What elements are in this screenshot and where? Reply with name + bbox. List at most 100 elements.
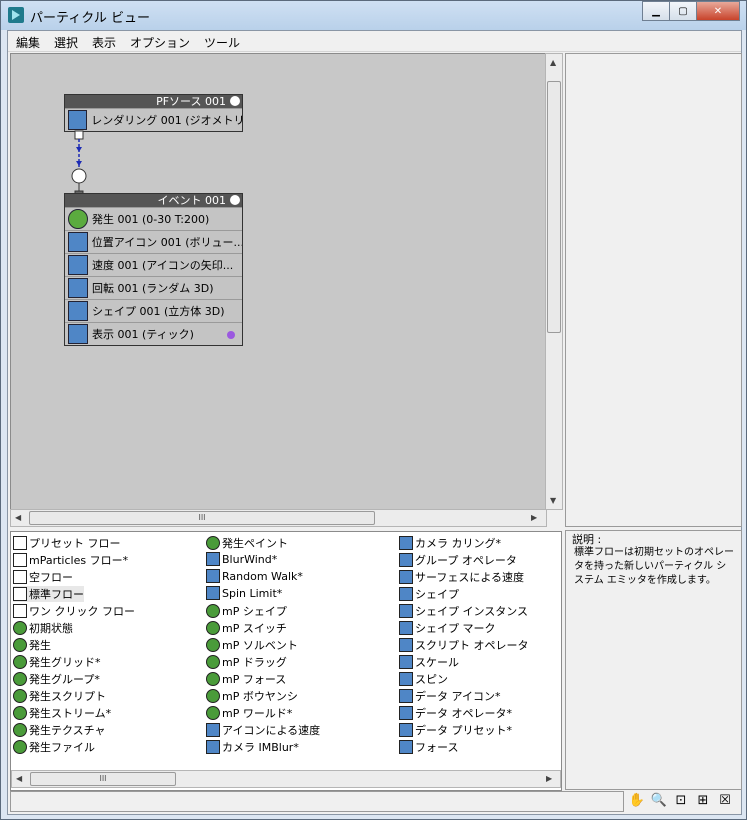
depot-item[interactable]: mP ソルベント (206, 637, 298, 653)
depot-item[interactable]: 発生グループ* (13, 671, 100, 687)
operator-icon (206, 655, 220, 669)
depot-item[interactable]: mP シェイプ (206, 603, 287, 619)
menu-tools[interactable]: ツール (204, 34, 240, 51)
maximize-button[interactable]: ▢ (669, 1, 697, 21)
operator-icon (13, 723, 27, 737)
gear-icon[interactable] (230, 195, 240, 205)
zoom-extents-icon[interactable]: ⊞ (694, 791, 712, 809)
node-header[interactable]: イベント 001 (65, 194, 242, 207)
description-text: 標準フローは初期セットのオペレータを持った新しいパーティクル システム エミッタ… (574, 547, 734, 586)
depot-item[interactable]: シェイプ インスタンス (399, 603, 528, 619)
speed-icon (68, 255, 88, 275)
menu-select[interactable]: 選択 (54, 34, 78, 51)
operator-row[interactable]: 発生 001 (0-30 T:200) (65, 207, 242, 230)
title-bar: パーティクル ビュー ▁ ▢ ✕ (1, 1, 746, 30)
pan-icon[interactable]: ✋ (628, 791, 646, 809)
display-color-swatch[interactable] (227, 331, 235, 339)
scroll-thumb[interactable] (547, 81, 561, 333)
depot-item[interactable]: データ プリセット* (399, 722, 512, 738)
node-header[interactable]: PFソース 001 (65, 95, 242, 108)
depot-item[interactable]: mP フォース (206, 671, 286, 687)
zoom-region-icon[interactable]: ⊡ (672, 791, 690, 809)
depot-item[interactable]: カメラ IMBlur* (206, 739, 299, 755)
status-bar (10, 791, 624, 812)
render-icon (68, 110, 88, 130)
depot-item[interactable]: スクリプト オペレータ (399, 637, 529, 653)
scroll-down-icon[interactable]: ▼ (550, 496, 556, 505)
operator-icon (399, 672, 413, 686)
depot-item[interactable]: 発生 (13, 637, 51, 653)
operator-icon (13, 655, 27, 669)
scroll-thumb[interactable]: III (30, 772, 176, 786)
depot-item[interactable]: アイコンによる速度 (206, 722, 320, 738)
depot-horizontal-scrollbar[interactable]: ◀ III ▶ (11, 770, 561, 788)
operator-icon (399, 740, 413, 754)
depot-item[interactable]: データ アイコン* (399, 688, 500, 704)
scroll-left-icon[interactable]: ◀ (16, 774, 22, 783)
operator-icon (206, 536, 220, 550)
scroll-right-icon[interactable]: ▶ (531, 513, 537, 522)
depot-item-selected[interactable]: 標準フロー (13, 586, 84, 602)
parameters-panel (565, 53, 742, 527)
depot-item[interactable]: mP ワールド* (206, 705, 292, 721)
operator-row[interactable]: 位置アイコン 001 (ボリュー... (65, 230, 242, 253)
depot-item[interactable]: Spin Limit* (206, 586, 282, 600)
menu-view[interactable]: 表示 (92, 34, 116, 51)
depot-item[interactable]: シェイプ マーク (399, 620, 496, 636)
canvas-vertical-scrollbar[interactable]: ▲ ▼ (545, 53, 563, 510)
operator-row[interactable]: 回転 001 (ランダム 3D) (65, 276, 242, 299)
depot-item[interactable]: カメラ カリング* (399, 535, 501, 551)
wire-connector (71, 130, 87, 199)
scroll-thumb[interactable]: III (29, 511, 375, 525)
depot-item[interactable]: フォース (399, 739, 458, 755)
depot-item[interactable]: 発生スクリプト (13, 688, 106, 704)
depot-item[interactable]: ワン クリック フロー (13, 603, 135, 619)
depot-item[interactable]: データ オペレータ* (399, 705, 512, 721)
operator-row[interactable]: 表示 001 (ティック) (65, 322, 242, 345)
operator-row[interactable]: 速度 001 (アイコンの矢印... (65, 253, 242, 276)
depot-item[interactable]: 発生ペイント (206, 535, 288, 551)
depot-item[interactable]: mParticles フロー* (13, 552, 128, 568)
operator-icon (399, 604, 413, 618)
scroll-up-icon[interactable]: ▲ (550, 58, 556, 67)
close-button[interactable]: ✕ (696, 1, 740, 21)
gear-icon[interactable] (230, 96, 240, 106)
depot-item[interactable]: mP ドラッグ (206, 654, 287, 670)
depot-item[interactable]: スケール (399, 654, 459, 670)
description-label: 説明 : (570, 531, 604, 547)
depot-item[interactable]: 発生ファイル (13, 739, 95, 755)
particle-view-window: パーティクル ビュー ▁ ▢ ✕ 編集 選択 表示 オプション ツール PFソー… (0, 0, 747, 820)
pf-source-node[interactable]: PFソース 001 レンダリング 001 (ジオメトリ) (64, 94, 243, 132)
depot-item[interactable]: 空フロー (13, 569, 73, 585)
operator-row[interactable]: レンダリング 001 (ジオメトリ) (65, 108, 242, 131)
canvas-horizontal-scrollbar[interactable]: ◀ III ▶ (10, 509, 547, 527)
menu-options[interactable]: オプション (130, 34, 190, 51)
depot-item[interactable]: mP ボウヤンシ (206, 688, 298, 704)
depot-item[interactable]: スピン (399, 671, 448, 687)
window-title: パーティクル ビュー (30, 11, 150, 26)
depot-item[interactable]: 発生グリッド* (13, 654, 101, 670)
scroll-right-icon[interactable]: ▶ (546, 774, 552, 783)
depot-item[interactable]: シェイプ (399, 586, 459, 602)
operator-row[interactable]: シェイプ 001 (立方体 3D) (65, 299, 242, 322)
depot-item[interactable]: サーフェスによる速度 (399, 569, 524, 585)
depot-item[interactable]: mP スイッチ (206, 620, 287, 636)
depot-item[interactable]: プリセット フロー (13, 535, 121, 551)
birth-icon (68, 209, 88, 229)
depot-item[interactable]: Random Walk* (206, 569, 303, 583)
depot-item[interactable]: 初期状態 (13, 620, 73, 636)
scroll-left-icon[interactable]: ◀ (15, 513, 21, 522)
operator-icon (206, 706, 220, 720)
event-node[interactable]: イベント 001 発生 001 (0-30 T:200) 位置アイコン 001 … (64, 193, 243, 346)
depot-item[interactable]: 発生ストリーム* (13, 705, 111, 721)
flow-icon (13, 570, 27, 584)
zoom-icon[interactable]: 🔍 (650, 791, 668, 809)
minimize-button[interactable]: ▁ (642, 1, 670, 21)
menu-edit[interactable]: 編集 (16, 34, 40, 51)
no-zoom-icon[interactable]: ☒ (716, 791, 734, 809)
depot-item[interactable]: グループ オペレータ (399, 552, 517, 568)
depot-item[interactable]: 発生テクスチャ (13, 722, 106, 738)
depot-item[interactable]: BlurWind* (206, 552, 277, 566)
operator-icon (206, 586, 220, 600)
event-display-canvas[interactable]: PFソース 001 レンダリング 001 (ジオメトリ) イベント 001 発生… (10, 53, 547, 510)
